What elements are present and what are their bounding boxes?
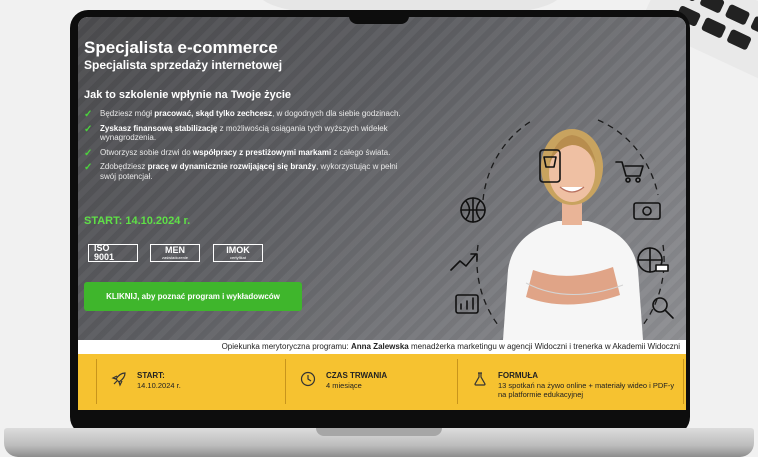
trainer-infographic (450, 119, 674, 340)
camera-notch (349, 10, 409, 24)
check-icon: ✓ (84, 123, 93, 135)
benefits-heading: Jak to szkolenie wpłynie na Twoje życie (84, 89, 292, 101)
growth-chart-icon (450, 253, 478, 271)
start-date: START: 14.10.2024 r. (84, 215, 191, 227)
benefit-item: ✓ Otworzysz sobie drzwi do współpracy z … (84, 147, 391, 159)
analytics-icon (455, 294, 479, 314)
trainer-photo (503, 129, 643, 340)
benefit-item: ✓ Zdobędziesz pracę w dynamicznie rozwij… (84, 162, 398, 181)
rocket-icon (111, 372, 126, 387)
laptop-groove (316, 428, 442, 436)
benefits-list: ✓ Będziesz mógł pracować, skąd tylko zec… (84, 109, 404, 186)
clock-icon (300, 371, 316, 387)
imok-badge: IMOK certyfikat (213, 244, 263, 262)
check-icon: ✓ (84, 109, 93, 120)
check-icon: ✓ (84, 147, 93, 159)
laptop-screen: Specjalista e-commerce Specjalista sprze… (78, 17, 686, 410)
trainer-name: Anna Zalewska (350, 342, 409, 351)
check-icon: ✓ (84, 162, 93, 173)
men-badge: MEN zaświadczenie (150, 244, 200, 262)
benefit-item: ✓ Będziesz mógł pracować, skąd tylko zec… (84, 109, 401, 120)
benefit-item: ✓ Zyskasz finansową stabilizację z możli… (84, 123, 388, 143)
program-cta-button[interactable]: KLIKNIJ, aby poznać program i wykładowcó… (84, 282, 302, 311)
trainer-caption: Opiekunka merytoryczna programu: Anna Za… (78, 340, 686, 354)
shopping-cart-icon (615, 161, 644, 183)
flask-icon (474, 372, 486, 386)
info-duration: CZAS TRWANIA 4 miesiące (286, 359, 458, 404)
course-info-bar: START: 14.10.2024 r. CZAS TRWANIA 4 mies… (78, 354, 686, 410)
page-subtitle: Specjalista sprzedaży internetowej (84, 58, 283, 72)
globe-icon (460, 197, 486, 223)
info-start: START: 14.10.2024 r. (96, 359, 286, 404)
page-title: Specjalista e-commerce (84, 38, 278, 57)
info-formula: FORMUŁA 13 spotkań na żywo online + mate… (458, 359, 684, 404)
iso-badge: ISO 9001 (88, 244, 138, 262)
money-icon (633, 202, 661, 220)
